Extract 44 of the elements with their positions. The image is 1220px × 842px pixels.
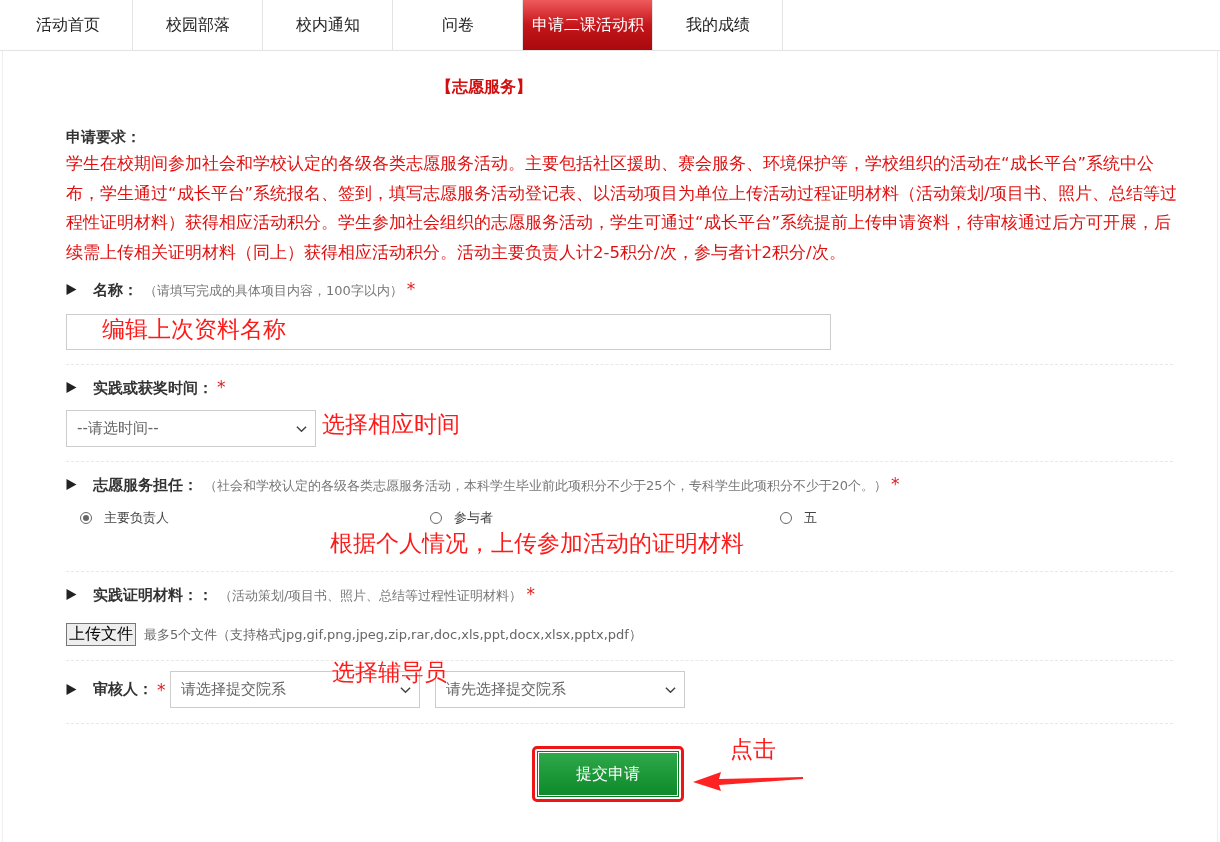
required-mark: * — [526, 584, 535, 604]
chevron-down-icon — [664, 685, 676, 694]
submit-button[interactable]: 提交申请 — [538, 752, 678, 796]
field-hint: （请填写完成的具体项目内容，100字以内） — [144, 282, 403, 300]
nav-tab[interactable]: 活动首页 — [3, 0, 133, 50]
chevron-down-icon — [399, 685, 411, 694]
select-value: 请先选择提交院系 — [445, 680, 566, 699]
field-hint: （社会和学校认定的各级各类志愿服务活动，本科学生毕业前此项积分不少于25个，专科学生此项积分不少于20个。） — [204, 477, 888, 495]
nav-tab[interactable]: 我的成绩 — [653, 0, 783, 50]
triangle-bullet-icon — [66, 382, 77, 393]
nav-tab[interactable]: 申请二课活动积 — [523, 0, 653, 50]
requirements-heading: 申请要求： — [66, 127, 142, 148]
field-label: 审核人： — [93, 680, 153, 699]
select-value: --请选时间-- — [77, 419, 159, 438]
chevron-down-icon — [296, 424, 307, 433]
text-input[interactable] — [66, 314, 831, 350]
field-label: 实践证明材料：： — [93, 586, 213, 605]
nav-tab[interactable]: 校园部落 — [133, 0, 263, 50]
requirements-text: 学生在校期间参加社会和学校认定的各级各类志愿服务活动。主要包括社区援助、赛会服务、环境保护等，学校组织的活动在“成长平台”系统中公布，学生通过“成长平台”系统报名、签到，填写志愿服务活动登记表、以活动项目为单位上传活动过程证明材料（活动策划/项目书、照片、总结等过程性证明材料）获得相应活动积分。学生参加社会组织的志愿服务活动，学生可通过“成长平台”系统提前上传申请资料，待审核通过后方可开展，后续需上传相关证明材料（同上）获得相应活动积分。活动主要负责人计2-5积分/次，参与者计2积分/次。 — [66, 153, 1178, 264]
annotation-text: 根据个人情况，上传参加活动的证明材料 — [330, 529, 744, 558]
file-info: 最多5个文件（支持格式jpg,gif,png,jpeg,zip,rar,doc,xls,ppt,docx,xlsx,pptx,pdf） — [144, 625, 642, 644]
required-mark: * — [406, 279, 416, 299]
triangle-bullet-icon — [66, 684, 77, 695]
select-field[interactable]: --请选时间-- — [66, 410, 316, 447]
triangle-bullet-icon — [66, 284, 77, 295]
radio-label: 主要负责人 — [104, 509, 169, 527]
field-hint: （活动策划/项目书、照片、总结等过程性证明材料） — [219, 587, 523, 605]
required-mark: * — [891, 474, 900, 494]
field-label: 志愿服务担任： — [93, 476, 198, 495]
annotation-text: 选择相应时间 — [322, 410, 460, 439]
required-mark: * — [217, 377, 226, 397]
field-label: 实践或获奖时间： — [93, 379, 213, 398]
triangle-bullet-icon — [66, 589, 77, 600]
select-value: 请选择提交院系 — [180, 680, 286, 699]
annotation-text: 编辑上次资料名称 — [102, 315, 286, 344]
radio-label: 参与者 — [454, 509, 493, 527]
upload-button[interactable]: 上传文件 — [66, 623, 136, 646]
section-title: 【志愿服务】 — [435, 76, 533, 95]
radio-label: 五 — [804, 509, 817, 527]
triangle-bullet-icon — [66, 479, 77, 490]
field-label: 名称： — [93, 281, 138, 300]
annotation-text: 点击 — [730, 735, 776, 764]
required-mark: * — [157, 679, 166, 700]
nav-tab[interactable]: 校内通知 — [263, 0, 393, 50]
